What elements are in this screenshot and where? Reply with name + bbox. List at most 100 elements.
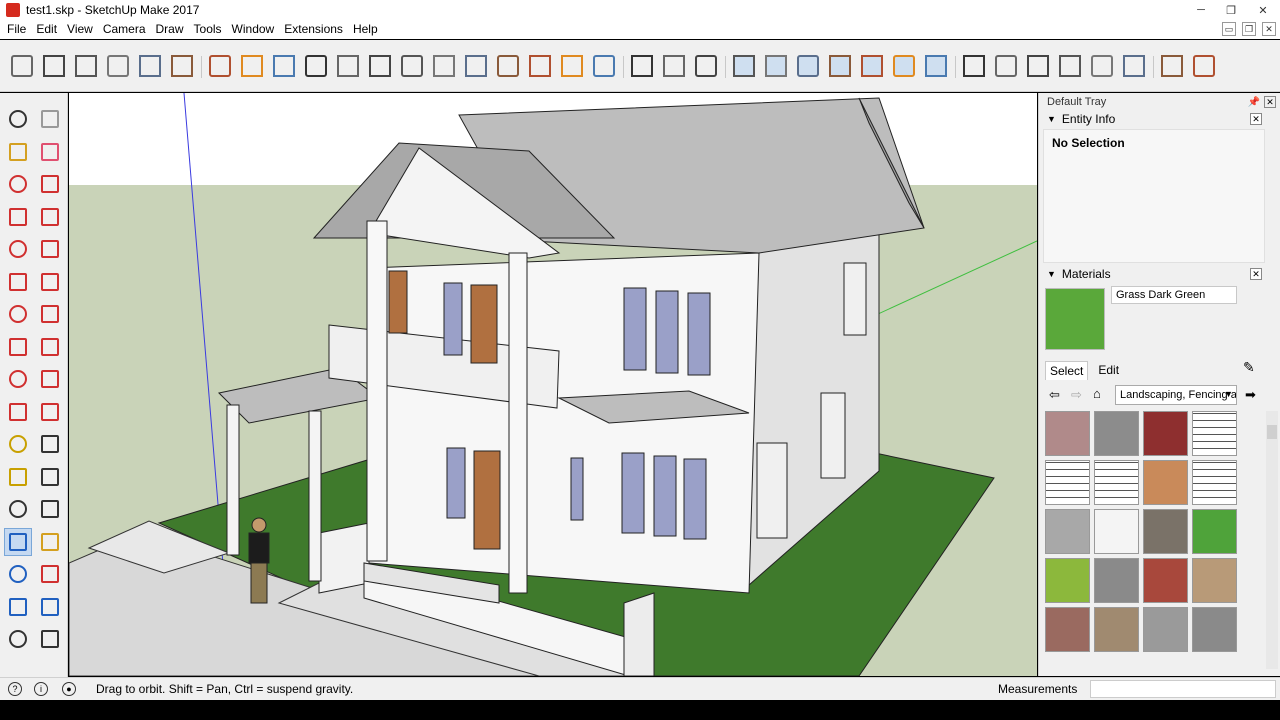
polygon-icon[interactable] <box>36 235 64 263</box>
shaded-icon[interactable] <box>858 51 886 81</box>
menu-window[interactable]: Window <box>227 20 280 39</box>
geo-location-icon[interactable]: ? <box>8 682 22 696</box>
column-icon[interactable] <box>302 51 330 81</box>
material-swatch[interactable] <box>1045 460 1090 505</box>
menu-tools[interactable]: Tools <box>189 20 227 39</box>
doc-restore-button[interactable]: ❐ <box>1242 22 1256 36</box>
material-swatch[interactable] <box>1143 558 1188 603</box>
follow-me-tool-icon[interactable] <box>36 365 64 393</box>
previous-view-icon[interactable] <box>36 593 64 621</box>
rotate-icon[interactable] <box>4 365 32 393</box>
material-swatch[interactable] <box>1045 607 1090 652</box>
select-icon[interactable] <box>4 105 32 133</box>
minimize-button[interactable]: ─ <box>1186 0 1216 20</box>
back-arrow-icon[interactable]: ⇦ <box>1049 387 1060 403</box>
pan-icon[interactable] <box>36 528 64 556</box>
left-view-icon[interactable] <box>168 51 196 81</box>
material-name-field[interactable]: Grass Dark Green <box>1111 286 1237 304</box>
menu-edit[interactable]: Edit <box>31 20 62 39</box>
measure-tool-icon[interactable] <box>660 51 688 81</box>
drawing-viewport[interactable] <box>69 93 1037 676</box>
material-swatch[interactable] <box>1094 411 1139 456</box>
section-plane-icon[interactable] <box>206 51 234 81</box>
text-icon[interactable] <box>36 463 64 491</box>
menu-extensions[interactable]: Extensions <box>279 20 348 39</box>
zoom-extents-icon[interactable] <box>4 593 32 621</box>
stair-icon[interactable] <box>462 51 490 81</box>
material-swatch[interactable] <box>1192 607 1237 652</box>
axes-icon[interactable] <box>4 495 32 523</box>
tape-measure-icon[interactable] <box>4 430 32 458</box>
eraser-icon[interactable] <box>36 138 64 166</box>
material-swatch[interactable] <box>1045 558 1090 603</box>
back-edges-icon[interactable] <box>762 51 790 81</box>
position-camera-icon[interactable] <box>4 625 32 653</box>
xray-icon[interactable] <box>730 51 758 81</box>
line-icon[interactable] <box>4 170 32 198</box>
stair-step-icon[interactable] <box>526 51 554 81</box>
tray-scrollbar[interactable] <box>1266 411 1278 669</box>
extension-warehouse-icon[interactable] <box>1158 51 1186 81</box>
push-pull-icon[interactable] <box>628 51 656 81</box>
user-icon[interactable]: ● <box>62 682 76 696</box>
layers-icon[interactable] <box>992 51 1020 81</box>
house-icon[interactable] <box>558 51 586 81</box>
rectangle-icon[interactable] <box>4 203 32 231</box>
protractor-icon[interactable] <box>4 463 32 491</box>
entity-info-close-button[interactable]: ✕ <box>1250 113 1262 125</box>
zoom-icon[interactable] <box>4 560 32 588</box>
material-swatch[interactable] <box>1094 460 1139 505</box>
materials-header[interactable]: ▼ Materials <box>1043 265 1263 283</box>
dimension-icon[interactable] <box>36 430 64 458</box>
arc-icon[interactable] <box>4 268 32 296</box>
panel-icon[interactable] <box>430 51 458 81</box>
offset-icon[interactable] <box>36 398 64 426</box>
grid-icon[interactable] <box>590 51 618 81</box>
sample-paint-icon[interactable]: ✎ <box>1243 359 1255 376</box>
scale-icon[interactable] <box>4 398 32 426</box>
home-icon[interactable]: ⌂ <box>1093 386 1101 401</box>
3d-text-icon[interactable] <box>36 495 64 523</box>
paint-bucket-icon[interactable] <box>4 138 32 166</box>
top-view-icon[interactable] <box>40 51 68 81</box>
material-swatch[interactable] <box>1143 411 1188 456</box>
tab-select[interactable]: Select <box>1045 361 1089 380</box>
hidden-line-icon[interactable] <box>826 51 854 81</box>
components-icon[interactable] <box>960 51 988 81</box>
right-view-icon[interactable] <box>104 51 132 81</box>
entity-info-header[interactable]: ▼ Entity Info <box>1043 110 1263 128</box>
window-icon[interactable] <box>334 51 362 81</box>
3d-warehouse-icon[interactable] <box>1190 51 1218 81</box>
back-view-icon[interactable] <box>136 51 164 81</box>
shadows-icon[interactable] <box>1088 51 1116 81</box>
material-swatch[interactable] <box>1192 558 1237 603</box>
materials-close-button[interactable]: ✕ <box>1250 268 1262 280</box>
chair-icon[interactable] <box>494 51 522 81</box>
scenes-icon[interactable] <box>1024 51 1052 81</box>
doc-close-button[interactable]: ✕ <box>1262 22 1276 36</box>
dimensions-icon[interactable] <box>238 51 266 81</box>
front-view-icon[interactable] <box>72 51 100 81</box>
material-swatch[interactable] <box>1094 558 1139 603</box>
material-swatch[interactable] <box>1192 411 1237 456</box>
material-swatch[interactable] <box>1094 509 1139 554</box>
menu-camera[interactable]: Camera <box>98 20 151 39</box>
move-icon[interactable] <box>4 333 32 361</box>
zoom-window-icon[interactable] <box>36 560 64 588</box>
measurements-input[interactable] <box>1090 680 1276 698</box>
wireframe-icon[interactable] <box>794 51 822 81</box>
freehand-icon[interactable] <box>36 170 64 198</box>
forward-arrow-icon[interactable]: ⇨ <box>1071 387 1082 403</box>
wall-icon[interactable] <box>270 51 298 81</box>
menu-file[interactable]: File <box>2 20 31 39</box>
beam-icon[interactable] <box>398 51 426 81</box>
details-arrow-icon[interactable]: ➡ <box>1245 387 1256 403</box>
tab-edit[interactable]: Edit <box>1094 361 1123 380</box>
restore-button[interactable]: ❐ <box>1216 0 1246 20</box>
iso-view-icon[interactable] <box>8 51 36 81</box>
three-point-arc-icon[interactable] <box>36 300 64 328</box>
rotated-rectangle-icon[interactable] <box>36 203 64 231</box>
credits-icon[interactable]: i <box>34 682 48 696</box>
material-swatch[interactable] <box>1045 509 1090 554</box>
shaded-textures-icon[interactable] <box>890 51 918 81</box>
